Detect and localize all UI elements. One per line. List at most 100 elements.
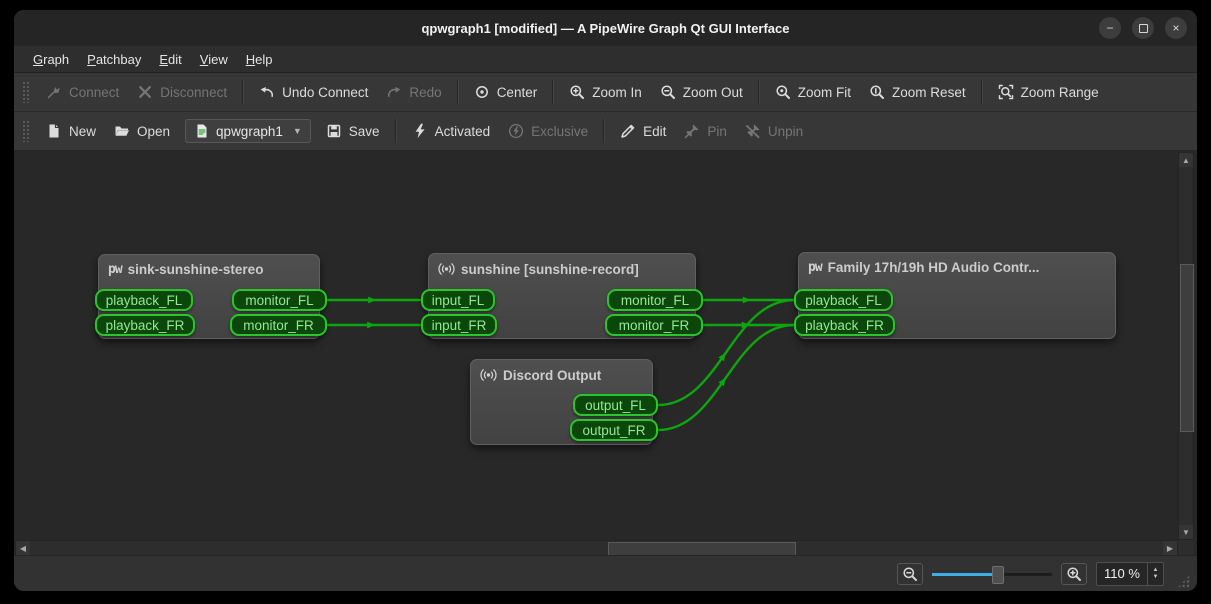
node-title: sink-sunshine-stereo xyxy=(128,262,264,277)
redo-button[interactable]: Redo xyxy=(377,79,450,105)
menu-patchbay[interactable]: Patchbay xyxy=(78,49,150,70)
zoom-in-icon xyxy=(1066,566,1082,582)
wire-arrow-icon xyxy=(718,351,728,361)
redo-icon xyxy=(386,84,402,100)
exclusive-button[interactable]: Exclusive xyxy=(499,118,597,144)
app-window: qpwgraph1 [modified] — A PipeWire Graph … xyxy=(14,10,1197,591)
menu-graph[interactable]: Graph xyxy=(24,49,78,70)
unpin-button[interactable]: Unpin xyxy=(736,118,812,144)
unpin-icon xyxy=(745,123,761,139)
connection-wires xyxy=(14,151,1197,555)
zoom-slider-handle[interactable] xyxy=(992,566,1004,584)
activated-icon xyxy=(412,123,428,139)
toolbar-drag-handle[interactable] xyxy=(22,120,29,142)
vertical-scrollbar-thumb[interactable] xyxy=(1180,264,1194,432)
menu-edit[interactable]: Edit xyxy=(150,49,190,70)
port-monitor-fr[interactable]: monitor_FR xyxy=(230,314,327,336)
toolbar-separator xyxy=(552,80,554,104)
disconnect-button[interactable]: Disconnect xyxy=(128,79,236,105)
port-output-fl[interactable]: output_FL xyxy=(573,394,658,416)
menubar: Graph Patchbay Edit View Help xyxy=(14,46,1197,73)
edit-button[interactable]: Edit xyxy=(611,118,675,144)
port-input-fr[interactable]: input_FR xyxy=(421,314,497,336)
zoom-reset-button[interactable]: Zoom Reset xyxy=(860,79,975,105)
chevron-down-icon: ▼ xyxy=(293,126,302,136)
node-title: Discord Output xyxy=(503,368,601,383)
zoom-slider[interactable] xyxy=(932,565,1052,583)
close-button[interactable]: × xyxy=(1165,17,1187,39)
center-button[interactable]: Center xyxy=(465,79,547,105)
undo-connect-button[interactable]: Undo Connect xyxy=(250,79,377,105)
zoom-out-icon xyxy=(902,566,918,582)
pin-icon xyxy=(684,123,700,139)
spinbox-arrows[interactable]: ▲▼ xyxy=(1147,563,1163,585)
scroll-down-arrow[interactable]: ▼ xyxy=(1179,525,1193,539)
scrollbar-corner xyxy=(1178,540,1194,555)
port-playback-fr[interactable]: playback_FR xyxy=(95,314,195,336)
zoom-out-icon xyxy=(660,84,676,100)
statusbar-zoom-out-button[interactable] xyxy=(897,563,923,585)
port-output-fr[interactable]: output_FR xyxy=(570,419,658,441)
port-input-fl[interactable]: input_FL xyxy=(421,289,495,311)
activated-button[interactable]: Activated xyxy=(403,118,500,144)
scroll-right-arrow[interactable]: ▶ xyxy=(1163,541,1177,555)
disconnect-icon xyxy=(137,84,153,100)
node-title: sunshine [sunshine-record] xyxy=(461,262,639,277)
horizontal-scrollbar-thumb[interactable] xyxy=(608,542,796,555)
zoom-out-button[interactable]: Zoom Out xyxy=(651,79,752,105)
broadcast-icon xyxy=(480,367,497,383)
toolbar-separator xyxy=(395,119,397,143)
maximize-button[interactable] xyxy=(1132,17,1154,39)
port-playback-fl[interactable]: playback_FL xyxy=(95,289,193,311)
scroll-up-arrow[interactable]: ▲ xyxy=(1179,153,1193,167)
port-playback-fl[interactable]: playback_FL xyxy=(794,289,893,311)
wire-arrow-icon xyxy=(367,322,375,329)
toolbar-separator xyxy=(603,119,605,143)
toolbar-drag-handle[interactable] xyxy=(22,81,29,103)
port-monitor-fl[interactable]: monitor_FL xyxy=(232,289,327,311)
port-monitor-fr[interactable]: monitor_FR xyxy=(605,314,703,336)
open-button[interactable]: Open xyxy=(105,118,179,144)
connect-button[interactable]: Connect xyxy=(37,79,128,105)
window-resize-grip[interactable] xyxy=(1177,575,1190,588)
menu-view[interactable]: View xyxy=(191,49,237,70)
wire-arrow-icon xyxy=(368,297,376,304)
wire-arrow-icon xyxy=(718,376,728,386)
pin-button[interactable]: Pin xyxy=(675,118,736,144)
patchbay-file-icon xyxy=(194,123,210,139)
horizontal-scrollbar[interactable]: ◀ ▶ xyxy=(15,540,1178,555)
graph-canvas[interactable]: pw sink-sunshine-stereo sunshine [sunshine… xyxy=(14,151,1197,555)
statusbar-zoom-in-button[interactable] xyxy=(1061,563,1087,585)
port-monitor-fl[interactable]: monitor_FL xyxy=(607,289,703,311)
close-icon: × xyxy=(1172,22,1179,34)
undo-icon xyxy=(259,84,275,100)
zoom-range-icon xyxy=(998,84,1014,100)
connection-wire[interactable] xyxy=(658,325,794,430)
toolbar-separator xyxy=(981,80,983,104)
exclusive-icon xyxy=(508,123,524,139)
spin-down-icon[interactable]: ▼ xyxy=(1153,574,1159,580)
zoom-spinbox[interactable]: 110 % ▲▼ xyxy=(1096,562,1164,586)
zoom-in-button[interactable]: Zoom In xyxy=(560,79,651,105)
vertical-scrollbar[interactable]: ▲ ▼ xyxy=(1178,152,1194,540)
spin-up-icon[interactable]: ▲ xyxy=(1153,567,1159,573)
graph-toolbar: Connect Disconnect Undo Connect Redo Cen… xyxy=(14,73,1197,112)
zoom-value: 110 % xyxy=(1097,566,1147,581)
titlebar[interactable]: qpwgraph1 [modified] — A PipeWire Graph … xyxy=(14,10,1197,46)
maximize-icon xyxy=(1139,24,1148,33)
node-title: Family 17h/19h HD Audio Contr... xyxy=(828,260,1040,275)
wire-arrow-icon xyxy=(742,322,750,329)
patchbay-select[interactable]: qpwgraph1 ▼ xyxy=(185,119,311,143)
minimize-icon: − xyxy=(1106,22,1113,34)
minimize-button[interactable]: − xyxy=(1099,17,1121,39)
port-playback-fr[interactable]: playback_FR xyxy=(794,314,895,336)
zoom-fit-button[interactable]: Zoom Fit xyxy=(766,79,860,105)
wire-arrow-icon xyxy=(743,297,751,304)
save-button[interactable]: Save xyxy=(317,118,389,144)
new-button[interactable]: New xyxy=(37,118,105,144)
new-icon xyxy=(46,123,62,139)
menu-help[interactable]: Help xyxy=(237,49,282,70)
zoom-range-button[interactable]: Zoom Range xyxy=(989,79,1108,105)
pw-icon: pw xyxy=(808,260,822,275)
scroll-left-arrow[interactable]: ◀ xyxy=(16,541,30,555)
